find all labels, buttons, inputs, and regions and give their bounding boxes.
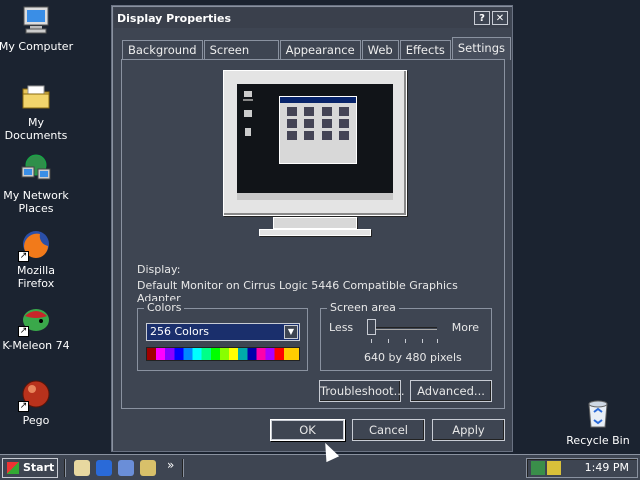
desktop-icon-label: K-Meleon 74 (2, 339, 70, 352)
mini-desktop-icon (241, 126, 255, 138)
tab-screen-saver[interactable]: Screen Saver (203, 40, 279, 75)
monitor-preview (223, 70, 407, 216)
start-label: Start (23, 461, 55, 474)
slider-tick (437, 339, 438, 343)
slider-tick (388, 339, 389, 343)
desktop-icon-my-computer[interactable]: My Computer (0, 4, 74, 53)
desktop-icon-label: My Documents (4, 116, 68, 142)
shortcut-arrow-icon: ↗ (18, 401, 29, 412)
recycle-bin-icon (582, 398, 614, 430)
slider-tick (405, 339, 406, 343)
resolution-label: 640 by 480 pixels (364, 351, 462, 364)
colors-group: Colors 256 Colors ▼ (137, 301, 308, 371)
shortcut-arrow-icon: ↗ (18, 326, 29, 337)
help-button[interactable]: ? (474, 11, 490, 25)
system-tray: 1:49 PM (526, 458, 638, 478)
desktop-icon-label: Pego (22, 414, 50, 427)
screen-area-legend: Screen area (327, 301, 399, 314)
search-icon[interactable] (140, 460, 156, 476)
screen-area-slider-track (369, 327, 437, 330)
mini-taskbar (237, 193, 393, 200)
troubleshoot-button[interactable]: Troubleshoot... (319, 380, 405, 402)
window-title: Display Properties (117, 11, 232, 25)
screen-area-slider-thumb[interactable] (367, 319, 376, 335)
desktop-icon-label: My Network Places (3, 189, 69, 215)
monitor-base (259, 229, 371, 236)
network-icon (20, 153, 52, 185)
mini-window (279, 96, 357, 164)
desktop-icon-k-meleon[interactable]: ↗ K-Meleon 74 (0, 303, 74, 352)
chevron-down-icon[interactable]: ▼ (284, 325, 298, 339)
desktop-icon-my-network-places[interactable]: My Network Places (0, 153, 74, 215)
mini-window-icons (280, 103, 356, 144)
close-button[interactable]: ✕ (492, 11, 508, 25)
volume-tray-icon[interactable] (547, 461, 561, 475)
colors-legend: Colors (144, 301, 185, 314)
title-bar[interactable]: Display Properties ? ✕ (114, 8, 510, 28)
desktop-icon-pego[interactable]: ↗ Pego (0, 378, 74, 427)
screen-area-group: Screen area Less More 640 by 480 pixels (320, 301, 492, 371)
network-tray-icon[interactable] (531, 461, 545, 475)
monitor-screen (237, 84, 393, 200)
taskbar-separator (64, 459, 66, 477)
display-properties-window: Display Properties ? ✕ Background Screen… (111, 5, 513, 452)
windows-logo-icon (7, 462, 19, 474)
desktop-icon-label: Mozilla Firefox (17, 264, 55, 290)
pego-icon: ↗ (18, 378, 52, 412)
tab-effects[interactable]: Effects (399, 40, 451, 60)
tab-appearance[interactable]: Appearance (279, 40, 361, 60)
internet-explorer-icon[interactable] (96, 460, 112, 476)
taskbar: Start » 1:49 PM (0, 454, 640, 480)
color-spectrum-bar (146, 347, 300, 361)
desktop-icon-label: Recycle Bin (566, 434, 630, 447)
mini-desktop-icon (241, 108, 255, 120)
start-button[interactable]: Start (2, 458, 58, 478)
apply-button[interactable]: Apply (432, 419, 505, 441)
taskbar-separator (182, 459, 184, 477)
tab-settings[interactable]: Settings (451, 37, 511, 60)
cancel-button[interactable]: Cancel (352, 419, 425, 441)
advanced-button[interactable]: Advanced... (410, 380, 492, 402)
quick-launch-chevron[interactable]: » (167, 458, 174, 472)
colors-select[interactable]: 256 Colors ▼ (146, 323, 300, 341)
mini-desktop-icon (241, 90, 255, 102)
desktop-icon-recycle-bin[interactable]: Recycle Bin (560, 398, 636, 447)
desktop-icon-mozilla-firefox[interactable]: ↗ Mozilla Firefox (0, 228, 74, 290)
tab-web[interactable]: Web (361, 40, 399, 60)
tab-strip: Background Screen Saver Appearance Web E… (122, 36, 512, 75)
desktop-icon-label: My Computer (0, 40, 74, 53)
shortcut-arrow-icon: ↗ (18, 251, 29, 262)
show-desktop-icon[interactable] (74, 460, 90, 476)
display-adapter-value: Default Monitor on Cirrus Logic 5446 Com… (137, 279, 458, 305)
folder-icon (20, 80, 52, 112)
k-meleon-icon: ↗ (18, 303, 52, 337)
desktop-icon-my-documents[interactable]: My Documents (0, 80, 74, 142)
ok-button[interactable]: OK (270, 419, 345, 441)
outlook-express-icon[interactable] (118, 460, 134, 476)
monitor-neck (273, 217, 357, 229)
tab-background[interactable]: Background (122, 40, 203, 60)
firefox-icon: ↗ (18, 228, 52, 262)
slider-tick (422, 339, 423, 343)
slider-tick (371, 339, 372, 343)
display-label: Display: (137, 263, 181, 276)
less-label: Less (329, 321, 354, 334)
clock[interactable]: 1:49 PM (585, 461, 629, 474)
more-label: More (451, 321, 479, 334)
settings-panel: Display: Default Monitor on Cirrus Logic… (121, 59, 505, 409)
my-computer-icon (20, 4, 52, 36)
colors-selected-value: 256 Colors (150, 325, 209, 338)
